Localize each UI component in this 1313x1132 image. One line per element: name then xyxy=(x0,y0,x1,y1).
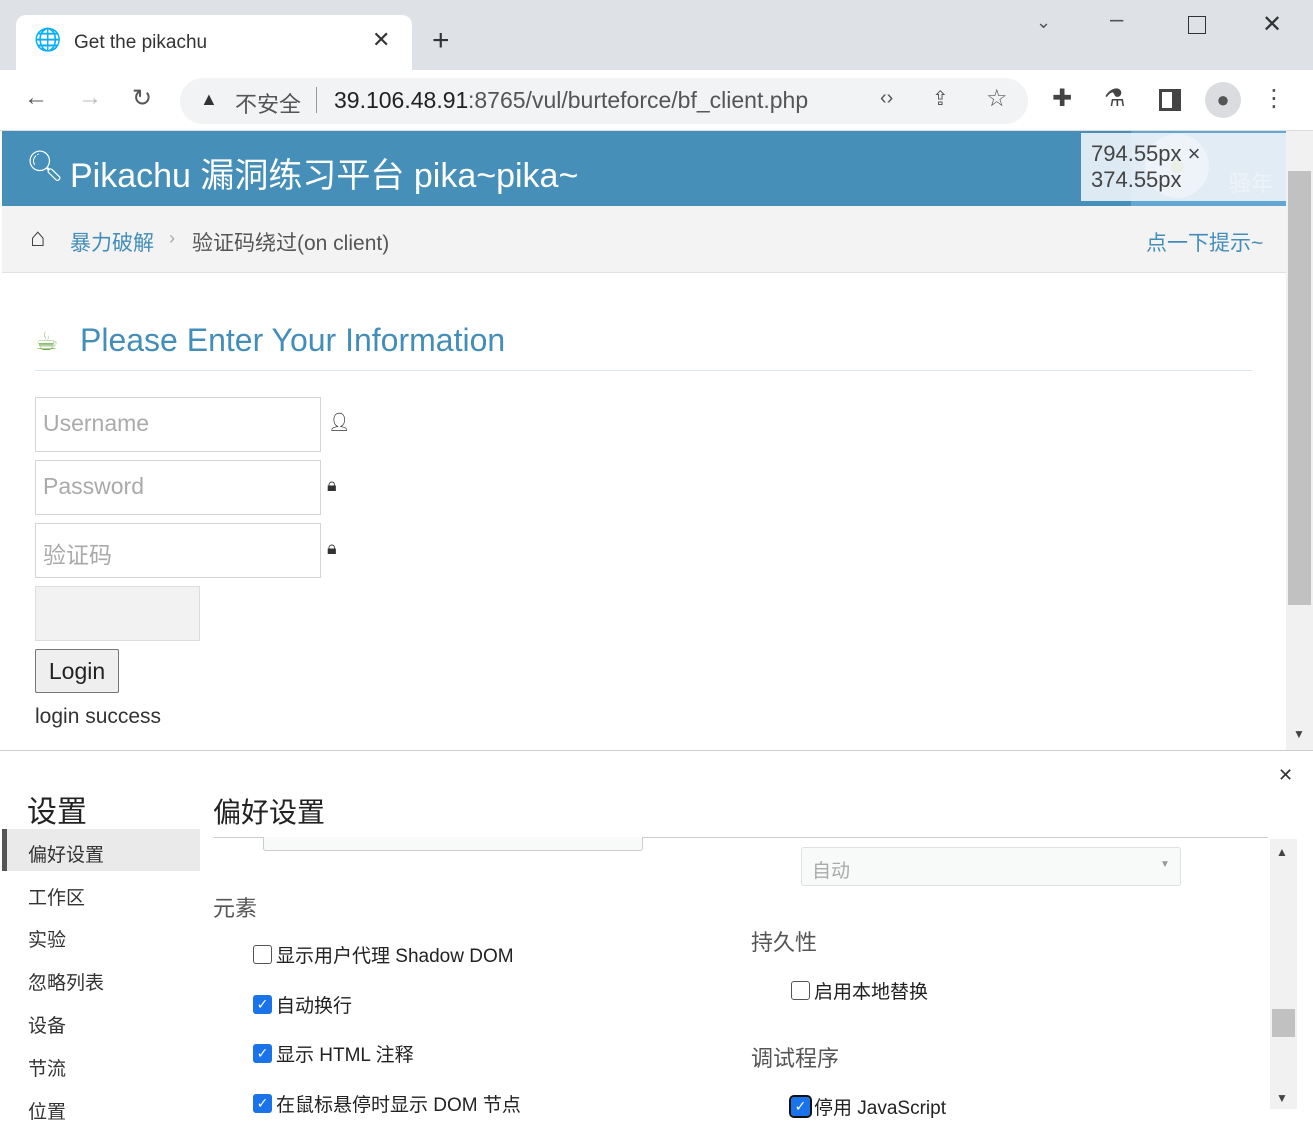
home-icon[interactable]: ⌂ xyxy=(30,222,46,253)
checkbox-local-overrides[interactable]: 启用本地替换 xyxy=(791,977,928,1004)
login-button[interactable]: Login xyxy=(35,649,119,693)
form-title: Please Enter Your Information xyxy=(80,322,506,358)
nav-item-ignore-list[interactable]: 忽略列表 xyxy=(28,968,104,995)
close-tab-icon[interactable]: ✕ xyxy=(372,27,390,53)
tab-title: Get the pikachu xyxy=(74,32,208,53)
lock-icon: 🔒︎ xyxy=(327,538,337,558)
dimension-tooltip: 794.55px × 374.55px xyxy=(1081,133,1286,201)
lock-icon: 🔒︎ xyxy=(327,475,337,495)
tab-strip: 🌐 Get the pikachu ✕ + ⌄ – ✕ xyxy=(0,0,1313,71)
security-label[interactable]: 不安全 xyxy=(235,87,301,119)
close-settings-icon[interactable]: ✕ xyxy=(1278,765,1293,786)
reload-icon[interactable]: ↻ xyxy=(132,84,152,113)
chevron-right-icon: › xyxy=(169,228,175,248)
address-bar[interactable]: ▲ 不安全 39.106.48.91 :8765/vul/burteforce/… xyxy=(180,78,1028,124)
labs-flask-icon[interactable]: ⚗ xyxy=(1104,84,1126,113)
globe-icon: 🌐 xyxy=(34,27,62,52)
page-scrollbar[interactable]: ▼ xyxy=(1286,131,1313,750)
browser-toolbar: ← → ↻ ▲ 不安全 39.106.48.91 :8765/vul/burte… xyxy=(0,70,1313,131)
browser-tab[interactable]: 🌐 Get the pikachu ✕ xyxy=(16,15,412,71)
forward-icon[interactable]: → xyxy=(78,84,102,112)
captcha-image[interactable] xyxy=(35,586,200,641)
site-title[interactable]: Pikachu 漏洞练习平台 pika~pika~ xyxy=(70,148,578,197)
checkbox-disable-javascript[interactable]: ✓ 停用 JavaScript xyxy=(789,1093,946,1120)
url-path: :8765/vul/burteforce/bf_client.php xyxy=(468,87,809,113)
share-icon[interactable]: ⇪ xyxy=(932,86,949,111)
nav-item-locations[interactable]: 位置 xyxy=(28,1097,66,1124)
nav-item-preferences[interactable]: 偏好设置 xyxy=(28,840,104,867)
dropdown-arrow-icon: ▼ xyxy=(1160,859,1170,870)
settings-title: 设置 xyxy=(27,796,87,829)
tab-search-icon[interactable]: ⌄ xyxy=(1036,12,1051,33)
hint-link[interactable]: 点一下提示~ xyxy=(1146,227,1263,257)
captcha-input[interactable]: 验证码 xyxy=(35,523,321,578)
nav-item-workspace[interactable]: 工作区 xyxy=(28,883,85,910)
devtools-settings-panel: ✕ 设置 偏好设置 偏好设置 工作区 实验 忽略列表 设备 节流 位置 自动 ▼… xyxy=(0,750,1313,1132)
site-header: 🔍︎ Pikachu 漏洞练习平台 pika~pika~ ● 骚年 794.55… xyxy=(2,131,1286,206)
persistence-heading: 持久性 xyxy=(751,930,818,955)
maximize-icon[interactable] xyxy=(1188,16,1206,34)
menu-kebab-icon[interactable]: ⋮ xyxy=(1262,84,1286,113)
back-icon[interactable]: ← xyxy=(24,84,48,112)
nav-item-devices[interactable]: 设备 xyxy=(28,1011,66,1038)
code-blocked-icon[interactable]: ‹› xyxy=(880,87,893,110)
breadcrumb: ⌂ 暴力破解 › 验证码绕过(on client) 点一下提示~ xyxy=(2,206,1286,273)
breadcrumb-parent[interactable]: 暴力破解 xyxy=(70,227,154,257)
bookmark-star-icon[interactable]: ☆ xyxy=(986,84,1008,113)
warning-icon: ▲ xyxy=(200,89,218,109)
partial-select[interactable] xyxy=(263,837,643,851)
debugger-heading: 调试程序 xyxy=(751,1046,840,1071)
checkbox-hover-dom[interactable]: ✓ 在鼠标悬停时显示 DOM 节点 xyxy=(253,1090,521,1117)
checkbox-word-wrap[interactable]: ✓ 自动换行 xyxy=(253,991,352,1018)
nav-item-experiments[interactable]: 实验 xyxy=(28,925,66,952)
new-tab-icon[interactable]: + xyxy=(432,24,450,58)
section-title: 偏好设置 xyxy=(213,797,326,828)
password-input[interactable]: Password xyxy=(35,460,321,515)
user-icon: 👤︎ xyxy=(328,412,351,432)
minimize-icon[interactable]: – xyxy=(1110,6,1123,34)
checkbox-html-comments[interactable]: ✓ 显示 HTML 注释 xyxy=(253,1040,414,1067)
profile-avatar-icon[interactable]: ● xyxy=(1205,82,1241,118)
username-input[interactable]: Username xyxy=(35,397,321,452)
elements-heading: 元素 xyxy=(213,896,258,921)
auto-select[interactable]: 自动 ▼ xyxy=(801,847,1181,886)
coffee-icon: ☕ xyxy=(35,326,59,356)
url-host: 39.106.48.91 xyxy=(334,87,469,113)
select-value: 自动 xyxy=(812,861,851,882)
nav-item-throttling[interactable]: 节流 xyxy=(28,1054,66,1081)
checkbox-shadow-dom[interactable]: 显示用户代理 Shadow DOM xyxy=(253,941,514,968)
scroll-down-icon[interactable]: ▼ xyxy=(1293,727,1305,741)
extensions-icon[interactable]: ✚ xyxy=(1052,84,1072,113)
breadcrumb-current: 验证码绕过(on client) xyxy=(192,232,390,255)
close-window-icon[interactable]: ✕ xyxy=(1262,10,1282,39)
settings-scrollbar[interactable]: ▲ ▼ xyxy=(1270,839,1297,1109)
side-panel-icon[interactable] xyxy=(1159,89,1181,111)
key-icon: 🔍︎ xyxy=(26,150,65,183)
login-result: login success xyxy=(35,705,162,728)
